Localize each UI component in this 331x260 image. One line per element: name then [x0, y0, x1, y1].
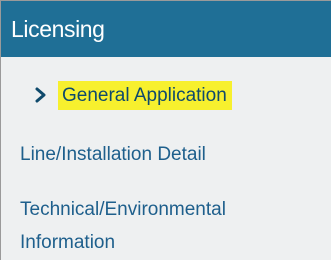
- nav-item-technical-environmental-information[interactable]: Technical/Environmental Information: [20, 193, 325, 259]
- nav-item-label: Technical/Environmental Information: [20, 199, 226, 253]
- nav-item-label: Line/Installation Detail: [20, 144, 206, 165]
- panel-title: Licensing: [11, 16, 105, 42]
- chevron-right-icon: [35, 87, 46, 103]
- nav-item-general-application[interactable]: General Application: [35, 81, 232, 110]
- nav-item-line-installation-detail[interactable]: Line/Installation Detail: [20, 141, 206, 168]
- panel-header: Licensing: [1, 1, 331, 57]
- licensing-panel: Licensing General Application Line/Insta…: [0, 0, 331, 260]
- nav-item-label: General Application: [58, 81, 232, 110]
